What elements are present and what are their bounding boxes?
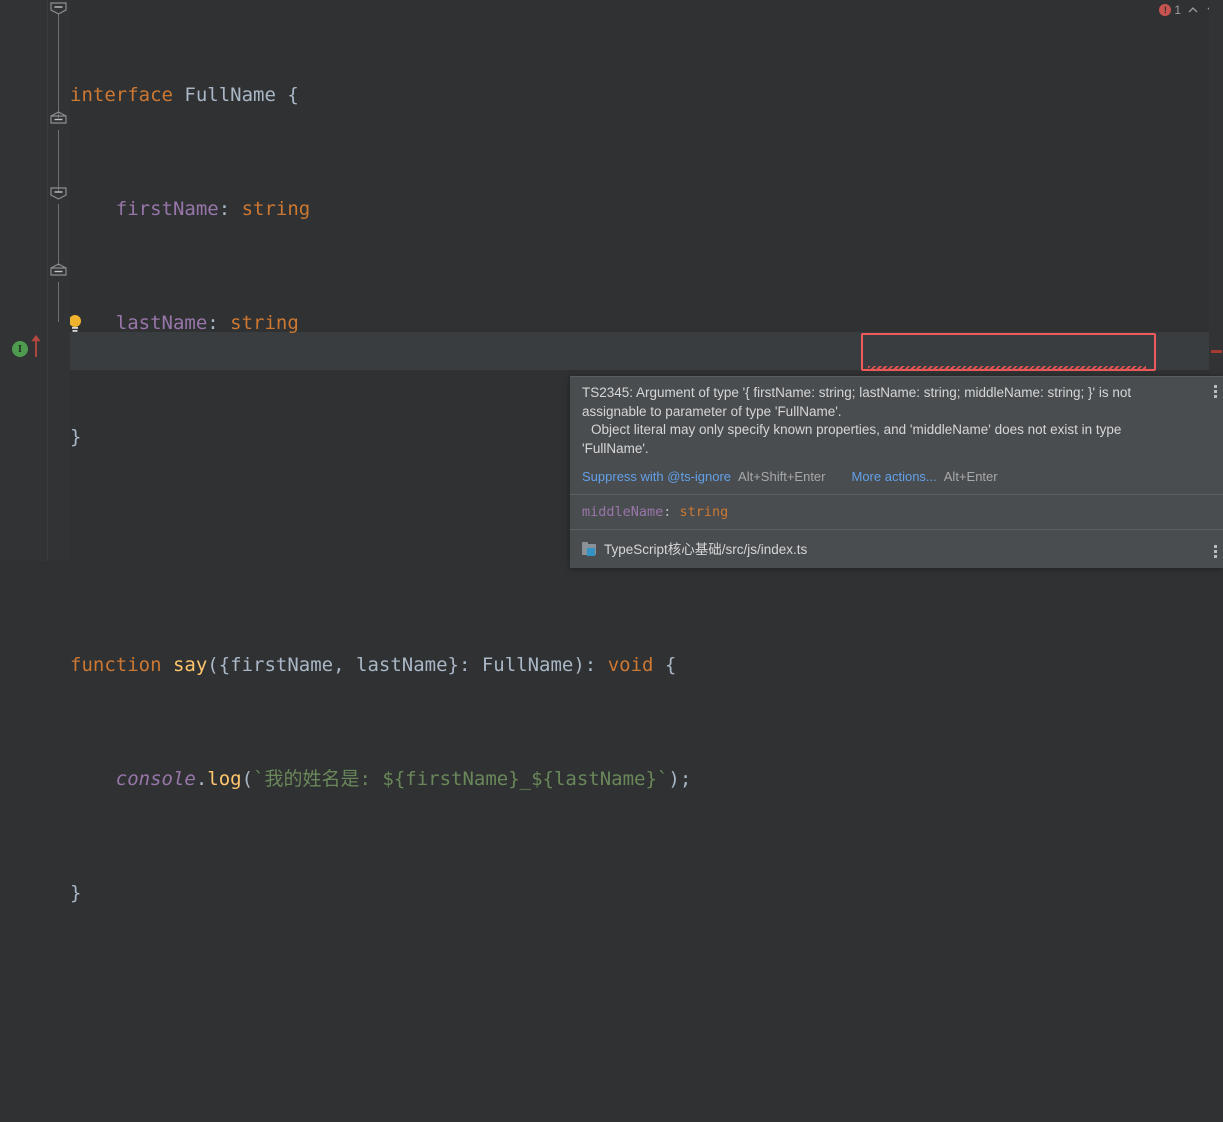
error-stripe-marker[interactable] <box>1211 350 1222 353</box>
code-token: console <box>115 768 196 790</box>
tooltip-file-path-row[interactable]: TypeScript核心基础/src/js/index.ts <box>570 530 1223 568</box>
more-actions-shortcut-label: Alt+Enter <box>943 469 998 484</box>
more-actions-link[interactable]: More actions... <box>852 469 937 484</box>
code-token: . <box>195 768 208 790</box>
error-message-line-1: TS2345: Argument of type '{ firstName: s… <box>582 385 1132 400</box>
fold-region-line-interface <box>58 14 59 118</box>
code-token: lastName <box>115 312 208 334</box>
code-token: } <box>70 426 82 448</box>
code-token: say <box>172 654 208 676</box>
code-token: ({firstName, lastName}: <box>207 654 482 676</box>
editor-gutter[interactable] <box>0 0 48 561</box>
code-token: firstName <box>115 198 219 220</box>
code-token: { <box>653 654 677 676</box>
suppress-shortcut-label: Alt+Shift+Enter <box>738 469 826 484</box>
code-token: ); <box>668 768 692 790</box>
code-token: log <box>207 768 242 790</box>
fold-toggle-function-open[interactable] <box>50 187 67 200</box>
error-message-line-3: Object literal may only specify known pr… <box>591 422 1122 437</box>
tooltip-menu-top-icon[interactable] <box>1214 385 1217 398</box>
code-token: ): <box>573 654 608 676</box>
code-token: void <box>607 654 654 676</box>
code-line[interactable]: } <box>70 874 1223 912</box>
tooltip-actions-row: Suppress with @ts-ignore Alt+Shift+Enter… <box>570 465 1223 494</box>
code-token: function <box>70 654 162 676</box>
code-token: { <box>275 84 299 106</box>
fold-region-line-function <box>58 204 59 266</box>
signature-type: string <box>679 504 729 520</box>
code-token: ( <box>241 768 254 790</box>
signature-name: middleName <box>582 504 664 520</box>
code-line[interactable]: console.log(`我的姓名是: ${firstName}_${lastN… <box>70 760 1223 798</box>
fold-toggle-function-close[interactable] <box>50 263 67 276</box>
code-folding-gutter[interactable] <box>48 0 70 561</box>
property-signature-row: middleName: string <box>570 495 1223 529</box>
code-line[interactable]: firstName: string <box>70 190 1223 228</box>
code-line[interactable]: interface FullName { <box>70 76 1223 114</box>
error-squiggly-underline <box>868 366 1146 370</box>
fold-toggle-interface-close[interactable] <box>50 111 67 124</box>
fold-toggle-interface-open[interactable] <box>50 2 67 15</box>
code-token: : <box>218 198 242 220</box>
code-token: : <box>207 312 231 334</box>
code-token: interface <box>70 84 173 106</box>
file-path-label: TypeScript核心基础/src/js/index.ts <box>604 542 808 557</box>
error-message-line-2: assignable to parameter of type 'FullNam… <box>582 403 842 419</box>
suppress-ts-ignore-link[interactable]: Suppress with @ts-ignore <box>582 469 731 484</box>
code-token: } <box>70 882 82 904</box>
code-line[interactable]: function say({firstName, lastName}: Full… <box>70 646 1223 684</box>
error-icon: ! <box>1159 4 1172 16</box>
tooltip-menu-bottom-icon[interactable] <box>1214 545 1217 558</box>
fold-connector-a <box>58 130 59 192</box>
signature-colon: : <box>663 504 680 520</box>
up-arrow-icon[interactable] <box>30 333 42 357</box>
error-count-badge[interactable]: ! 1 <box>1159 3 1181 17</box>
code-line[interactable]: lastName: string <box>70 304 1223 342</box>
code-token: string <box>230 312 299 334</box>
code-token: `我的姓名是: ${firstName}_${lastName}` <box>253 768 669 790</box>
chevron-up-icon[interactable] <box>1186 3 1200 17</box>
error-message-line-4: 'FullName'. <box>582 440 649 456</box>
error-count-label: 1 <box>1174 3 1181 17</box>
code-token: FullName <box>184 84 276 106</box>
code-token: string <box>241 198 311 220</box>
ide-editor-window: I interface FullName {firstName: string… <box>0 0 1223 904</box>
code-token: FullName <box>481 654 574 676</box>
fold-connector-b <box>58 282 59 322</box>
error-tooltip-popup[interactable]: TS2345: Argument of type '{ firstName: s… <box>570 376 1223 568</box>
error-message-block: TS2345: Argument of type '{ firstName: s… <box>570 377 1223 465</box>
run-gutter-icon[interactable]: I <box>12 341 28 357</box>
run-icon-label: I <box>12 341 28 357</box>
code-line[interactable] <box>70 988 1223 1026</box>
typescript-file-icon <box>582 541 597 556</box>
